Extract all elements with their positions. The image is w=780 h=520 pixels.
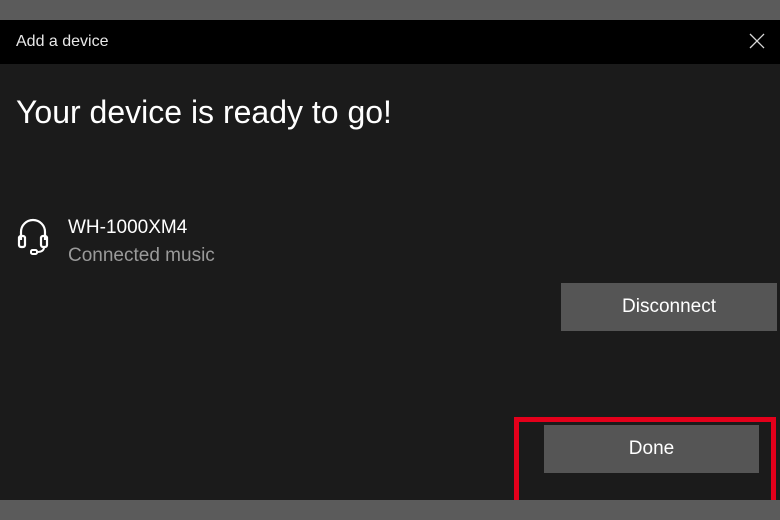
headset-icon (17, 218, 49, 255)
screenshot-frame: Add a device Your device is ready to go!… (0, 0, 780, 520)
device-name: WH-1000XM4 (68, 217, 188, 238)
page-title: Your device is ready to go! (16, 94, 392, 130)
close-icon (749, 33, 765, 49)
window-title: Add a device (16, 33, 109, 50)
disconnect-button[interactable]: Disconnect (561, 283, 777, 331)
device-status: Connected music (68, 245, 215, 266)
done-button[interactable]: Done (544, 425, 759, 473)
add-device-dialog: Add a device Your device is ready to go!… (0, 20, 780, 500)
title-bar: Add a device (0, 20, 780, 64)
close-button[interactable] (734, 20, 780, 64)
device-list-item: WH-1000XM4 Connected music (16, 216, 416, 272)
